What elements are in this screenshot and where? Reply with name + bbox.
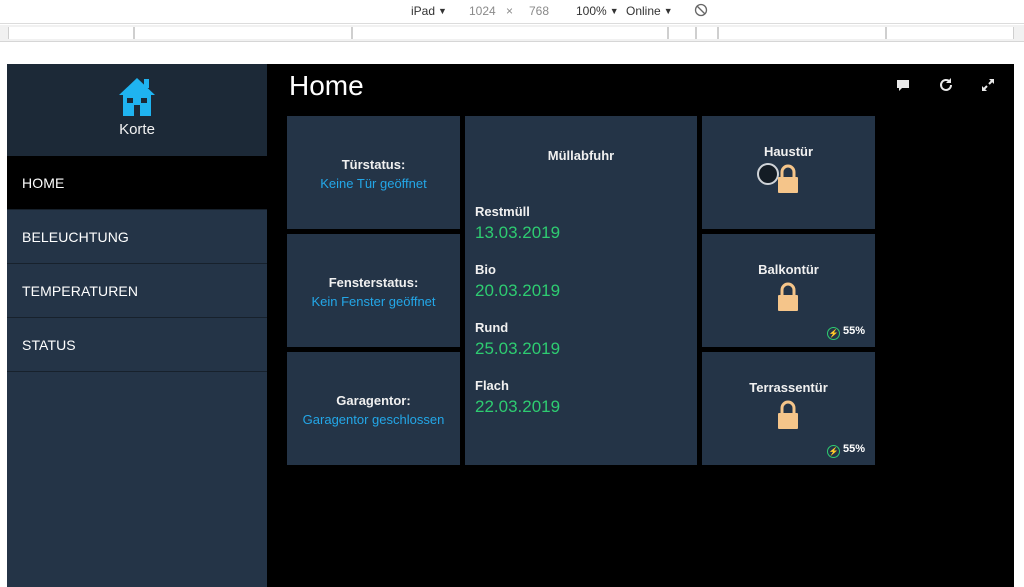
sidebar-item-status[interactable]: STATUS — [7, 318, 267, 372]
zoom-level: 100% — [576, 4, 607, 18]
battery-indicator: ⚡ 55% — [826, 443, 865, 458]
comment-icon[interactable] — [895, 77, 911, 93]
window-status-value: Kein Fenster geöffnet — [311, 294, 436, 309]
sidebar-item-home[interactable]: HOME — [7, 156, 267, 210]
ruler-segment[interactable] — [886, 27, 1014, 39]
ruler-segment[interactable] — [8, 27, 134, 39]
network-throttle-select[interactable]: Online ▼ — [626, 4, 673, 18]
sidebar-nav: HOME BELEUCHTUNG TEMPERATUREN STATUS — [7, 156, 267, 372]
garage-status-label: Garagentor: — [336, 393, 411, 408]
waste-entry: Restmüll 13.03.2019 — [475, 204, 560, 243]
waste-collection-tile[interactable]: Müllabfuhr Restmüll 13.03.2019 Bio 20.03… — [465, 116, 697, 465]
lightning-icon: ⚡ — [826, 445, 840, 458]
waste-entry-date: 20.03.2019 — [475, 281, 561, 300]
lock-label: Balkontür — [758, 262, 819, 277]
padlock-icon — [777, 164, 799, 199]
balcony-door-lock-tile[interactable]: Balkontür ⚡ 55% — [702, 234, 875, 347]
sidebar-item-beleuchtung[interactable]: BELEUCHTUNG — [7, 210, 267, 264]
door-status-label: Türstatus: — [341, 157, 406, 172]
ruler-segment[interactable] — [352, 27, 668, 39]
app-frame: Korte HOME BELEUCHTUNG TEMPERATUREN STAT… — [7, 64, 1014, 587]
waste-entry-label: Bio — [475, 262, 496, 277]
waste-entry-label: Rund — [475, 320, 509, 335]
padlock-icon — [777, 282, 799, 317]
rotate-icon[interactable] — [694, 3, 708, 20]
garage-status-value: Garagentor geschlossen — [302, 412, 445, 427]
door-status-value: Keine Tür geöffnet — [320, 176, 427, 191]
caret-down-icon: ▼ — [438, 6, 447, 16]
battery-indicator: ⚡ 55% — [826, 325, 865, 340]
media-query-ruler — [0, 25, 1024, 42]
home-icon — [118, 77, 156, 122]
device-name: iPad — [411, 4, 436, 18]
lock-label: Terrassentür — [749, 380, 828, 395]
waste-entry: Bio 20.03.2019 — [475, 262, 560, 301]
battery-level: 55% — [842, 325, 865, 337]
sidebar: Korte HOME BELEUCHTUNG TEMPERATUREN STAT… — [7, 64, 267, 587]
waste-collection-title: Müllabfuhr — [547, 148, 615, 163]
padlock-icon — [777, 400, 799, 435]
page-title: Home — [289, 70, 364, 101]
caret-down-icon: ▼ — [663, 6, 673, 16]
devtools-device-toolbar: iPad ▼ 1024 × 768 100% ▼ Online ▼ — [0, 0, 1024, 24]
dimension-times-icon: × — [506, 4, 514, 18]
waste-entry-date: 25.03.2019 — [475, 339, 561, 358]
brand-header: Korte — [7, 64, 267, 156]
brand-name: Korte — [119, 121, 155, 138]
main-content: Home Türstatus: Keine Tür geöffnet Fenst… — [267, 64, 1014, 587]
lock-label: Haustür — [763, 144, 814, 159]
waste-entry-label: Flach — [475, 378, 509, 393]
window-status-label: Fensterstatus: — [328, 275, 419, 290]
waste-entry-date: 22.03.2019 — [475, 397, 561, 416]
viewport-height[interactable]: 768 — [529, 4, 549, 18]
window-status-tile[interactable]: Fensterstatus: Kein Fenster geöffnet — [287, 234, 460, 347]
door-status-tile[interactable]: Türstatus: Keine Tür geöffnet — [287, 116, 460, 229]
garage-status-tile[interactable]: Garagentor: Garagentor geschlossen — [287, 352, 460, 465]
ruler-segment[interactable] — [668, 27, 696, 39]
device-select[interactable]: iPad ▼ — [411, 4, 447, 18]
viewport-width[interactable]: 1024 — [469, 4, 496, 18]
front-door-lock-tile[interactable]: Haustür — [702, 116, 875, 229]
header-actions — [873, 77, 996, 98]
sidebar-item-temperaturen[interactable]: TEMPERATUREN — [7, 264, 267, 318]
waste-entry-label: Restmüll — [475, 204, 530, 219]
ruler-segment[interactable] — [134, 27, 352, 39]
waste-entry-date: 13.03.2019 — [475, 223, 561, 242]
terrace-door-lock-tile[interactable]: Terrassentür ⚡ 55% — [702, 352, 875, 465]
caret-down-icon: ▼ — [609, 6, 619, 16]
zoom-select[interactable]: 100% ▼ — [576, 4, 619, 18]
fullscreen-icon[interactable] — [980, 77, 996, 93]
network-label: Online — [626, 4, 661, 18]
ruler-segment[interactable] — [696, 27, 718, 39]
waste-entry: Flach 22.03.2019 — [475, 378, 560, 417]
waste-entry: Rund 25.03.2019 — [475, 320, 560, 359]
loading-spinner-icon — [757, 163, 779, 185]
lightning-icon: ⚡ — [826, 327, 840, 340]
refresh-icon[interactable] — [938, 77, 954, 93]
battery-level: 55% — [842, 443, 865, 455]
ruler-segment[interactable] — [718, 27, 886, 39]
